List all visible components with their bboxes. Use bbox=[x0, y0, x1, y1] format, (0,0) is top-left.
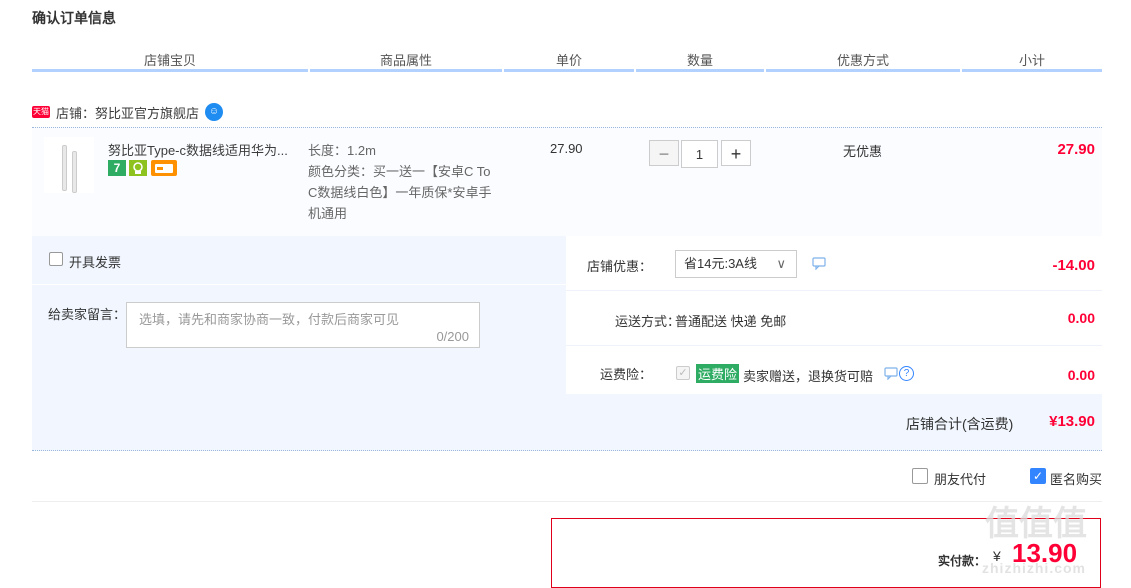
header-divider bbox=[636, 69, 764, 72]
comment-icon[interactable] bbox=[884, 366, 898, 383]
insurance-desc: 卖家赠送，退换货可赔 bbox=[743, 369, 874, 384]
insurance-checkbox: ✓ bbox=[676, 366, 690, 380]
final-label: 实付款： bbox=[938, 554, 987, 568]
anonymous-checkbox[interactable]: ✓ bbox=[1030, 468, 1046, 484]
divider bbox=[32, 501, 1102, 502]
shop-row: 天猫 店铺：努比亚官方旗舰店 ☺ bbox=[32, 102, 224, 122]
chevron-down-icon: ∨ bbox=[776, 256, 786, 271]
insurance-amount: 0.00 bbox=[1067, 367, 1095, 383]
message-label: 给卖家留言： bbox=[48, 307, 127, 322]
watermark-site: zhizhizhi.com bbox=[982, 560, 1086, 576]
shop-discount-select[interactable]: 省14元:3A线 ∨ bbox=[675, 250, 797, 278]
header-divider bbox=[504, 69, 634, 72]
item-name[interactable]: 努比亚Type-c数据线适用华为... bbox=[108, 140, 298, 159]
invoice-checkbox[interactable] bbox=[49, 252, 63, 266]
message-counter: 0/200 bbox=[436, 329, 469, 344]
shop-total-value: ¥13.90 bbox=[1049, 413, 1095, 430]
header-divider bbox=[962, 69, 1102, 72]
insurance-tag: 运费险 bbox=[696, 364, 740, 383]
shop-discount-amount: -14.00 bbox=[1052, 257, 1095, 274]
insurance-label: 运费险： bbox=[599, 367, 652, 382]
card-icon bbox=[151, 160, 177, 176]
chat-icon[interactable]: ☺ bbox=[205, 103, 224, 121]
comment-icon[interactable] bbox=[812, 256, 826, 273]
column-header-attributes: 商品属性 bbox=[379, 53, 432, 68]
message-placeholder: 选填，请先和商家协商一致，付款后商家可见 bbox=[139, 312, 400, 327]
quantity-decrease-button[interactable]: − bbox=[649, 140, 679, 166]
shop-name[interactable]: 店铺：努比亚官方旗舰店 bbox=[56, 103, 199, 122]
column-header-item: 店铺宝贝 bbox=[143, 53, 196, 68]
unit-price: 27.90 bbox=[550, 141, 583, 156]
column-header-price: 单价 bbox=[555, 53, 582, 68]
header-divider bbox=[766, 69, 960, 72]
item-attr-color: 颜色分类：买一送一【安卓C To bbox=[308, 164, 491, 179]
friend-pay-checkbox[interactable] bbox=[912, 468, 928, 484]
promo-method: 无优惠 bbox=[843, 144, 883, 159]
shipping-label: 运送方式： bbox=[614, 314, 680, 329]
item-attr-length: 长度：1.2m bbox=[308, 143, 376, 158]
invoice-label[interactable]: 开具发票 bbox=[69, 252, 121, 271]
quantity-increase-button[interactable]: + bbox=[721, 140, 751, 166]
shipping-amount: 0.00 bbox=[1067, 310, 1095, 326]
help-icon[interactable]: ? bbox=[899, 366, 914, 381]
seven-day-return-icon: 7 bbox=[108, 160, 126, 176]
friend-pay-label[interactable]: 朋友代付 bbox=[934, 469, 986, 488]
tmall-icon: 天猫 bbox=[32, 106, 50, 118]
item-attr-color: 机通用 bbox=[308, 206, 348, 221]
product-thumbnail[interactable] bbox=[44, 137, 94, 193]
column-header-subtotal: 小计 bbox=[1018, 53, 1045, 68]
header-divider bbox=[310, 69, 502, 72]
shop-total-label: 店铺合计(含运费) bbox=[906, 416, 1014, 432]
column-header-quantity: 数量 bbox=[686, 53, 713, 68]
item-subtotal: 27.90 bbox=[1057, 141, 1095, 158]
qualified-icon bbox=[129, 160, 147, 176]
anonymous-label[interactable]: 匿名购买 bbox=[1050, 469, 1102, 488]
shop-discount-label: 店铺优惠： bbox=[586, 259, 652, 274]
message-input[interactable]: 选填，请先和商家协商一致，付款后商家可见 0/200 bbox=[126, 302, 480, 348]
shipping-value: 普通配送 快递 免邮 bbox=[675, 314, 787, 329]
header-divider bbox=[32, 69, 308, 72]
quantity-input[interactable]: 1 bbox=[681, 140, 718, 168]
shop-discount-selected: 省14元:3A线 bbox=[684, 256, 757, 271]
item-attr-color: C数据线白色】一年质保*安卓手 bbox=[308, 185, 492, 200]
divider bbox=[32, 284, 566, 285]
page-title: 确认订单信息 bbox=[32, 10, 116, 26]
watermark-logo: 值值值 bbox=[985, 505, 1087, 543]
column-header-promo: 优惠方式 bbox=[836, 53, 889, 68]
